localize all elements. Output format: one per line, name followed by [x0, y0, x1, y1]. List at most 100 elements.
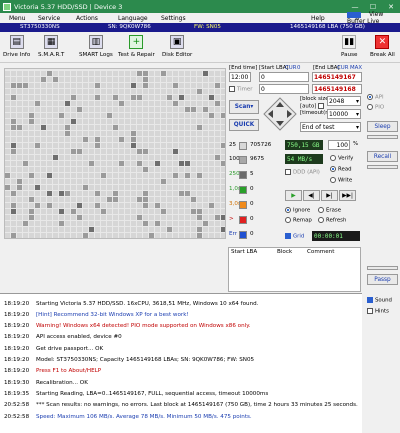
surface-block — [77, 143, 82, 148]
end-lba-value-2[interactable]: 1465149168 — [312, 84, 362, 94]
surface-block — [41, 161, 46, 166]
end-of-test-select[interactable]: End of test ▾ — [300, 122, 361, 132]
menu-item-actions[interactable]: Actions — [70, 15, 104, 22]
surface-block — [77, 137, 82, 142]
surface-block — [65, 227, 70, 232]
surface-block — [59, 167, 64, 172]
surface-block — [17, 227, 22, 232]
pause-button[interactable]: ▮▮ Pause — [341, 35, 357, 58]
surface-block — [35, 83, 40, 88]
end-lba-input[interactable]: 1465149167 — [312, 72, 362, 82]
sound-checkbox[interactable]: Sound — [367, 297, 392, 304]
surface-block — [131, 179, 136, 184]
surface-block — [107, 125, 112, 130]
drive-info-button[interactable]: ▤ Drive Info — [3, 35, 30, 58]
timer-checkbox[interactable]: Timer — [229, 86, 252, 93]
block-size-select[interactable]: 2048 ▾ — [327, 96, 361, 106]
grid-checkbox[interactable]: Grid — [285, 233, 304, 240]
surface-block — [119, 167, 124, 172]
end-time-input[interactable]: 12:00 — [229, 72, 251, 82]
surface-block — [221, 143, 225, 148]
menu-item-menu[interactable]: Menu — [3, 15, 31, 22]
timer-input[interactable]: 0 — [259, 84, 309, 94]
surface-block — [41, 233, 46, 238]
surface-block — [137, 197, 142, 202]
surface-block — [47, 95, 52, 100]
surface-block — [77, 167, 82, 172]
surface-block — [137, 221, 142, 226]
end-lba-label: [End LBA] — [313, 65, 340, 71]
surface-block — [149, 173, 154, 178]
menu-item-help[interactable]: Help — [305, 15, 331, 22]
direction-pad[interactable] — [263, 97, 297, 131]
surface-block — [179, 71, 184, 76]
surface-block — [191, 119, 196, 124]
surface-block — [155, 173, 160, 178]
ignore-radio[interactable]: Ignore — [285, 207, 310, 214]
surface-block — [11, 179, 16, 184]
smart-button[interactable]: ▦ S.M.A.R.T — [38, 35, 64, 58]
surface-block — [197, 125, 202, 130]
ddd-api-checkbox[interactable]: DDD (API) — [285, 169, 320, 176]
surface-block — [83, 149, 88, 154]
read-radio[interactable]: Read — [330, 166, 352, 173]
surface-block — [155, 107, 160, 112]
quick-button[interactable]: QUICK — [229, 119, 259, 131]
scan-button[interactable]: Scan ▾ — [229, 100, 259, 114]
surface-block — [35, 107, 40, 112]
surface-block — [185, 137, 190, 142]
verify-radio[interactable]: Verify — [330, 155, 353, 162]
surface-block — [161, 95, 166, 100]
surface-block — [59, 155, 64, 160]
surface-block — [173, 197, 178, 202]
surface-block — [215, 161, 220, 166]
surface-block — [89, 71, 94, 76]
verify-radio-icon — [330, 155, 336, 161]
rewind-button[interactable]: ◀| — [303, 190, 320, 201]
surface-block — [113, 119, 118, 124]
end-button[interactable]: ▶▶| — [339, 190, 356, 201]
auto-checkbox[interactable]: [auto] — [300, 103, 326, 110]
refresh-radio[interactable]: Refresh — [318, 217, 346, 224]
surface-block — [209, 155, 214, 160]
passp-button[interactable]: Passp — [367, 274, 398, 285]
write-radio[interactable]: Write — [330, 177, 352, 184]
surface-block — [149, 95, 154, 100]
pio-radio[interactable]: PIO — [367, 104, 384, 111]
surface-block — [83, 83, 88, 88]
surface-block — [119, 137, 124, 142]
menu-item-language[interactable]: Language — [112, 15, 154, 22]
surface-block — [65, 131, 70, 136]
surface-block — [77, 227, 82, 232]
api-radio[interactable]: API — [367, 94, 384, 101]
skip-forward-button[interactable]: ▶| — [321, 190, 338, 201]
surface-block — [209, 107, 214, 112]
surface-block — [35, 131, 40, 136]
test-repair-button[interactable]: + Test & Repair — [118, 35, 155, 58]
sleep-button[interactable]: Sleep — [367, 121, 398, 132]
surface-block — [59, 233, 64, 238]
surface-block — [47, 233, 52, 238]
surface-block — [71, 203, 76, 208]
erase-radio[interactable]: Erase — [318, 207, 341, 214]
disk-editor-button[interactable]: ▣ Disk Editor — [162, 35, 192, 58]
hints-checkbox[interactable]: Hints — [367, 308, 389, 315]
smart-logs-button[interactable]: ▥ SMART Logs — [79, 35, 113, 58]
surface-block — [149, 71, 154, 76]
play-button[interactable]: ▶ — [285, 190, 302, 201]
menu-item-settings[interactable]: Settings — [155, 15, 192, 22]
surface-block — [167, 143, 172, 148]
remap-radio[interactable]: Remap — [285, 217, 312, 224]
timeout-select[interactable]: 10000 ▾ — [327, 109, 361, 119]
surface-block — [17, 149, 22, 154]
surface-block — [107, 137, 112, 142]
surface-block — [77, 107, 82, 112]
surface-block — [179, 209, 184, 214]
surface-block — [59, 185, 64, 190]
start-lba-input[interactable]: 0 — [259, 72, 309, 82]
recall-button[interactable]: Recall — [367, 151, 398, 162]
break-all-button[interactable]: ✕ Break All — [370, 35, 395, 58]
surface-block — [95, 107, 100, 112]
menu-item-service[interactable]: Service — [32, 15, 66, 22]
surface-block — [197, 83, 202, 88]
